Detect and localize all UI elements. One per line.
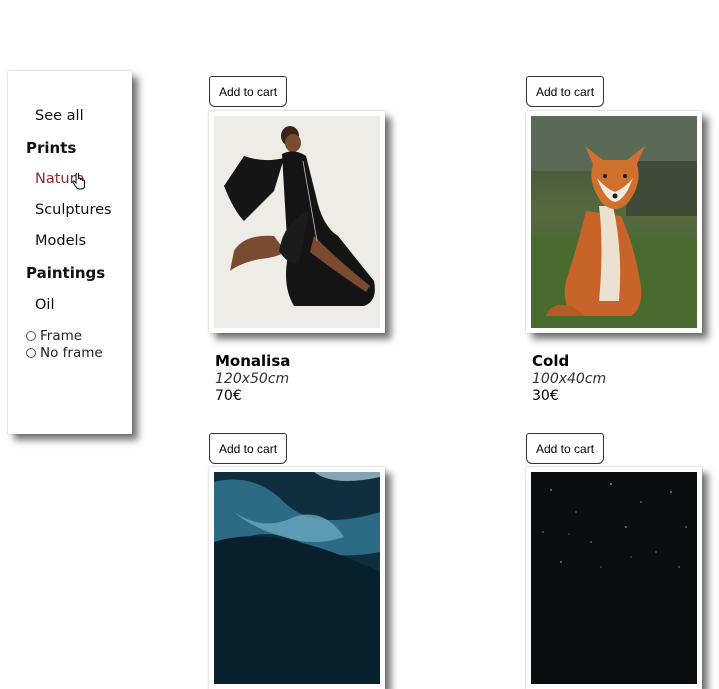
no-frame-option[interactable]: No frame bbox=[26, 345, 103, 361]
sidebar-item-models[interactable]: Models bbox=[35, 233, 86, 249]
product-size: 120x50cm bbox=[215, 371, 290, 387]
add-to-cart-button[interactable]: Add to cart bbox=[209, 433, 288, 464]
frame-radio[interactable] bbox=[26, 331, 36, 341]
product-price: 70€ bbox=[215, 388, 242, 404]
product-title[interactable]: Monalisa bbox=[215, 352, 290, 370]
frame-option-label: Frame bbox=[40, 328, 83, 344]
category-sidebar: See all Prints Nature Sculptures Models … bbox=[8, 71, 132, 434]
add-to-cart-button[interactable]: Add to cart bbox=[209, 76, 288, 107]
frame-option[interactable]: Frame bbox=[26, 328, 82, 344]
product-size: 100x40cm bbox=[532, 371, 607, 387]
product-price: 30€ bbox=[532, 388, 559, 404]
add-to-cart-button[interactable]: Add to cart bbox=[526, 76, 605, 107]
see-all-link[interactable]: See all bbox=[35, 108, 84, 124]
no-frame-radio[interactable] bbox=[26, 348, 36, 358]
product-image-frame[interactable] bbox=[209, 467, 385, 689]
product-title[interactable]: Cold bbox=[532, 352, 569, 370]
blue-ink-abstract-photo bbox=[214, 472, 380, 684]
no-frame-option-label: No frame bbox=[40, 345, 103, 361]
prints-heading[interactable]: Prints bbox=[26, 139, 76, 157]
add-to-cart-button[interactable]: Add to cart bbox=[526, 433, 605, 464]
product-image-frame[interactable] bbox=[526, 467, 702, 689]
product-image-frame[interactable] bbox=[526, 111, 702, 333]
woman-black-dress-photo bbox=[214, 116, 380, 328]
paintings-heading[interactable]: Paintings bbox=[26, 264, 105, 282]
hand-cursor-icon bbox=[72, 173, 85, 190]
sidebar-item-oil[interactable]: Oil bbox=[35, 297, 54, 313]
night-sky-stars-photo bbox=[531, 472, 697, 684]
sidebar-item-sculptures[interactable]: Sculptures bbox=[35, 202, 112, 218]
product-image-frame[interactable] bbox=[209, 111, 385, 333]
red-fox-photo bbox=[531, 116, 697, 328]
